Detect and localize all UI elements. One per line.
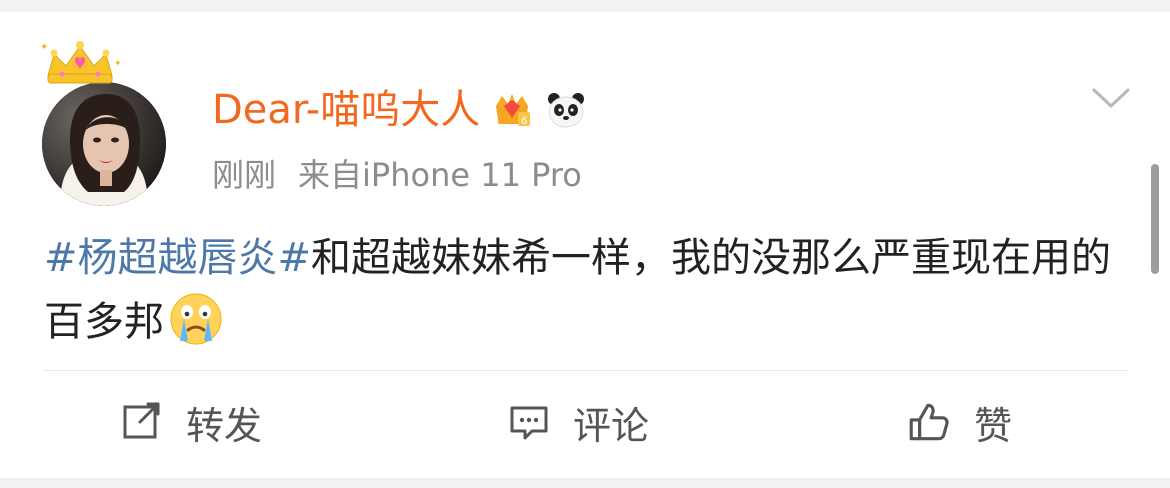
svg-text:6: 6 (521, 116, 527, 127)
thumbs-up-icon (909, 403, 949, 441)
crying-emoji-icon (170, 293, 222, 345)
svg-text:✦: ✦ (114, 59, 122, 69)
crown-decoration-icon: ✦ ✦ (40, 41, 122, 84)
repost-button[interactable]: 转发 (120, 384, 262, 460)
repost-icon (123, 402, 160, 439)
scrollbar[interactable] (1151, 164, 1159, 274)
panda-badge-icon[interactable] (544, 88, 588, 132)
repost-label: 转发 (186, 403, 263, 448)
post-source[interactable]: 来自iPhone 11 Pro (298, 150, 582, 196)
hashtag-link[interactable]: #杨超越唇炎# (44, 235, 311, 281)
feed-page: ✦ ✦ Dear-喵呜大人 6 刚刚 来自iPhone 11 Pro #杨超越唇… (0, 0, 1170, 488)
username[interactable]: Dear-喵呜大人 (212, 82, 480, 138)
post-card: ✦ ✦ Dear-喵呜大人 6 刚刚 来自iPhone 11 Pro #杨超越唇… (0, 12, 1170, 478)
post-time: 刚刚 (212, 156, 277, 194)
post-meta: 刚刚 来自iPhone 11 Pro (212, 151, 582, 195)
username-row: Dear-喵呜大人 6 (212, 82, 588, 138)
like-button[interactable]: 赞 (906, 384, 1012, 460)
like-label: 赞 (974, 403, 1013, 448)
avatar-area[interactable]: ✦ ✦ (36, 36, 176, 206)
divider (44, 370, 1128, 371)
comment-button[interactable]: 评论 (507, 384, 649, 460)
avatar[interactable] (42, 82, 166, 206)
comment-label: 评论 (573, 403, 650, 448)
chevron-down-icon[interactable] (1088, 80, 1134, 114)
svg-text:✦: ✦ (40, 42, 48, 53)
comment-icon (510, 406, 548, 440)
vip-crown-badge-icon[interactable]: 6 (490, 88, 534, 132)
avatar-photo (42, 82, 166, 206)
post-actions: 转发 评论 赞 (0, 384, 1170, 460)
post-body: #杨超越唇炎#和超越妹妹希一样，我的没那么严重现在用的百多邦 (44, 226, 1114, 354)
